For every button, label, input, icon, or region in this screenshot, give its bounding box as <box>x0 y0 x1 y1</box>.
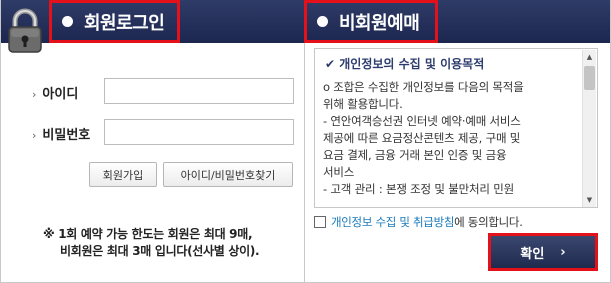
tab-guest-booking-label: 비회원예매 <box>339 12 420 34</box>
tab-member-login-label: 회원로그인 <box>84 12 165 34</box>
terms-line: - 고객 관리 : 본쟁 조정 및 불만처리 민원 <box>323 182 514 196</box>
find-id-password-button[interactable]: 아이디/비밀번호찾기 <box>163 162 293 187</box>
terms-title: ✔ 개인정보의 수집 및 이용목적 <box>325 55 484 72</box>
agree-text: 에 동의합니다. <box>454 215 523 229</box>
radio-dot-icon <box>317 16 328 27</box>
chevron-right-icon: › <box>32 88 37 101</box>
booking-limit-note-line1: ※ 1회 예약 가능 한도는 회원은 최대 9매, <box>43 227 253 241</box>
terms-scrollbar[interactable]: ▲ ▼ <box>582 50 596 207</box>
scroll-thumb[interactable] <box>584 66 595 90</box>
confirm-button-highlight: 확인 › <box>488 233 598 271</box>
id-input[interactable] <box>104 78 294 104</box>
terms-line: o 조합은 수집한 개인정보를 다음의 목적을 <box>323 80 524 94</box>
privacy-policy-link[interactable]: 개인정보 수집 및 취급방침 <box>331 214 454 230</box>
lock-icon <box>8 8 42 53</box>
tab-guest-booking[interactable]: 비회원예매 <box>304 0 438 43</box>
scroll-down-arrow-icon[interactable]: ▼ <box>583 193 596 207</box>
confirm-button[interactable]: 확인 › <box>491 236 595 268</box>
terms-line: - 연안여객승선권 인터넷 예약·예매 서비스 <box>323 114 521 128</box>
agree-checkbox[interactable] <box>314 216 326 228</box>
confirm-button-label: 확인 <box>520 246 545 262</box>
password-label-row: › 비밀번호 <box>32 124 90 143</box>
id-label: 아이디 <box>42 87 79 102</box>
scroll-up-arrow-icon[interactable]: ▲ <box>583 50 596 64</box>
radio-dot-icon <box>62 16 73 27</box>
password-input[interactable] <box>104 119 294 145</box>
join-button[interactable]: 회원가입 <box>89 162 157 187</box>
terms-body: o 조합은 수집한 개인정보를 다음의 목적을 위해 활용합니다. - 연안여객… <box>323 79 583 198</box>
chevron-right-icon: › <box>32 129 37 142</box>
terms-line: 제공에 따른 요금정산콘텐츠 제공, 구매 및 <box>323 131 521 145</box>
agree-row: 개인정보 수집 및 취급방침 에 동의합니다. <box>314 214 523 230</box>
password-label: 비밀번호 <box>42 128 91 143</box>
chevron-right-icon: › <box>560 244 566 260</box>
booking-limit-note-line2: 비회원은 최대 3매 입니다(선사별 상이). <box>60 244 260 258</box>
privacy-terms-box[interactable]: ✔ 개인정보의 수집 및 이용목적 o 조합은 수집한 개인정보를 다음의 목적… <box>314 48 598 208</box>
terms-line: 위해 활용합니다. <box>323 97 403 111</box>
id-label-row: › 아이디 <box>32 83 78 102</box>
terms-line: 요금 결제, 금융 거래 본인 인증 및 금융 <box>323 148 507 162</box>
check-icon: ✔ <box>325 57 336 71</box>
tab-member-login[interactable]: 회원로그인 <box>49 0 180 43</box>
terms-line: 서비스 <box>323 165 355 179</box>
terms-title-text: 개인정보의 수집 및 이용목적 <box>339 57 485 71</box>
